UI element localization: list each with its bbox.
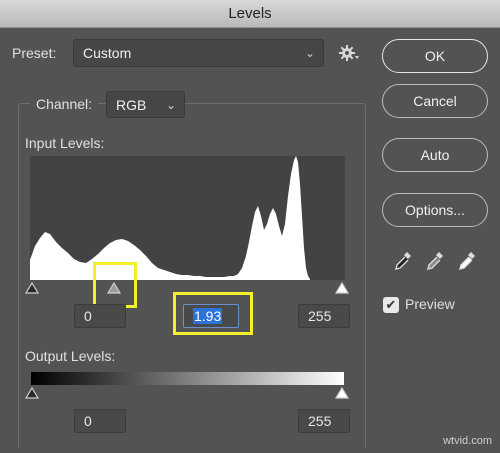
output-levels-label: Output Levels:: [25, 348, 116, 364]
preset-select[interactable]: Custom ⌄: [73, 39, 324, 67]
input-white-field[interactable]: 255: [298, 304, 350, 328]
chevron-down-icon: ⌄: [165, 98, 176, 112]
gamma-slider-highlight: [93, 262, 137, 308]
white-point-eyedropper-icon[interactable]: [457, 250, 477, 272]
ok-button[interactable]: OK: [382, 39, 488, 73]
gray-point-eyedropper-icon[interactable]: [425, 250, 445, 272]
histogram: [30, 156, 345, 280]
window-title: Levels: [0, 0, 500, 28]
preset-label: Preset:: [12, 45, 57, 61]
output-white-field[interactable]: 255: [298, 409, 350, 433]
chevron-down-icon: ⌄: [304, 46, 315, 60]
gear-icon[interactable]: [338, 42, 360, 64]
channel-label: Channel:: [30, 96, 99, 112]
preset-value: Custom: [83, 45, 132, 61]
output-white-slider[interactable]: [335, 387, 349, 399]
auto-button[interactable]: Auto: [382, 138, 488, 172]
watermark: wtvid.com: [443, 435, 492, 447]
input-black-field[interactable]: 0: [74, 304, 126, 328]
output-gradient: [31, 372, 344, 385]
output-black-field[interactable]: 0: [74, 409, 126, 433]
preview-label: Preview: [405, 296, 455, 312]
input-black-point-slider[interactable]: [25, 282, 39, 294]
options-button[interactable]: Options...: [382, 193, 488, 227]
channel-select[interactable]: RGB ⌄: [106, 91, 185, 118]
black-point-eyedropper-icon[interactable]: [393, 250, 413, 272]
output-black-slider[interactable]: [25, 387, 39, 399]
channel-value: RGB: [116, 97, 147, 113]
histogram-area: [30, 156, 310, 280]
cancel-button[interactable]: Cancel: [382, 84, 488, 118]
preview-checkbox[interactable]: ✔: [383, 297, 399, 313]
gamma-field-highlight: [173, 292, 253, 335]
input-white-point-slider[interactable]: [335, 282, 349, 294]
input-levels-label: Input Levels:: [25, 135, 105, 151]
